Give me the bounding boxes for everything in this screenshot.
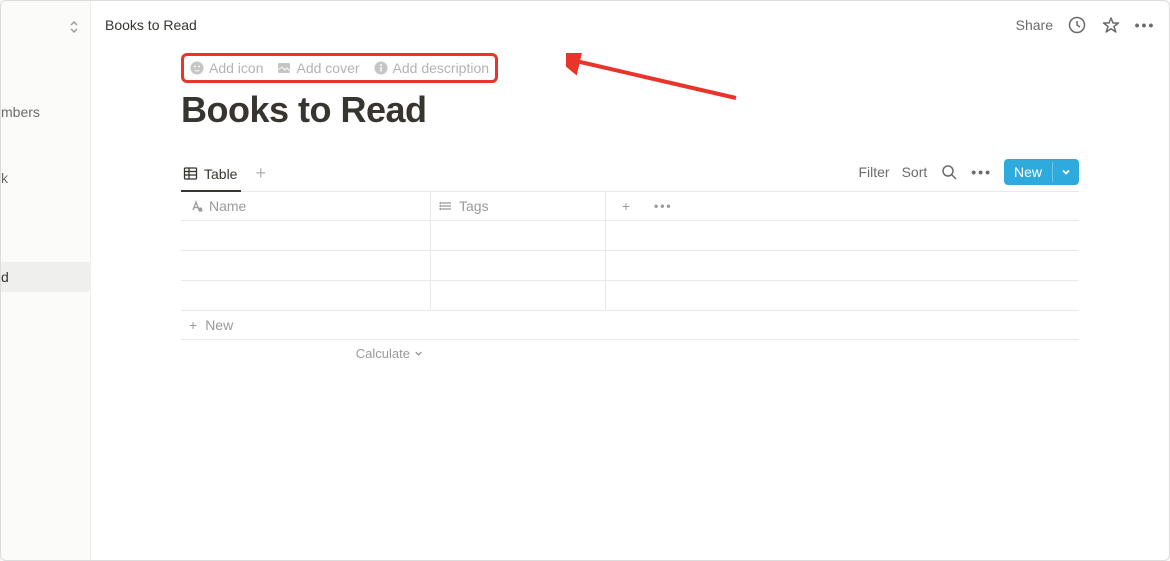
sidebar-item-selected[interactable]: d <box>1 262 90 292</box>
plus-icon: + <box>189 317 197 333</box>
sidebar-item[interactable]: mbers <box>1 97 90 127</box>
table-row[interactable] <box>181 251 1079 281</box>
updates-icon[interactable] <box>1067 15 1087 35</box>
sidebar: mbers k d <box>1 1 91 560</box>
add-view-button[interactable]: + <box>255 163 266 188</box>
view-tab-label: Table <box>204 166 237 182</box>
add-icon-button[interactable]: Add icon <box>190 60 263 76</box>
table-header: a Name Tags + ••• <box>181 192 1079 221</box>
cell-tags[interactable] <box>431 251 606 280</box>
column-more-icon[interactable]: ••• <box>646 192 686 220</box>
cell-name[interactable] <box>181 281 431 310</box>
main-area: Books to Read Share ••• <box>91 1 1169 560</box>
cell-tags[interactable] <box>431 281 606 310</box>
sidebar-item-list: mbers k d <box>1 97 90 306</box>
add-icon-label: Add icon <box>209 60 263 76</box>
view-actions: Filter Sort ••• New <box>858 159 1079 191</box>
search-icon[interactable] <box>939 162 959 182</box>
calculate-row: Calculate <box>181 340 1079 367</box>
table-row[interactable] <box>181 221 1079 251</box>
favorite-star-icon[interactable] <box>1101 15 1121 35</box>
table-row[interactable] <box>181 281 1079 311</box>
table-icon <box>183 166 198 181</box>
page-title[interactable]: Books to Read <box>181 89 1079 131</box>
topbar-actions: Share ••• <box>1016 15 1155 35</box>
page-content: Add icon Add cover Add description Books… <box>91 49 1169 367</box>
new-row-label: New <box>205 317 233 333</box>
view-more-icon[interactable]: ••• <box>971 164 992 180</box>
new-row-button[interactable]: + New <box>181 311 1079 340</box>
emoji-icon <box>190 61 204 75</box>
sidebar-collapse-icon[interactable] <box>66 19 82 35</box>
page-action-row-highlighted: Add icon Add cover Add description <box>181 53 498 83</box>
info-icon <box>374 61 388 75</box>
add-description-label: Add description <box>393 60 490 76</box>
cell-name[interactable] <box>181 221 431 250</box>
text-property-icon: a <box>189 199 203 213</box>
multiselect-property-icon <box>439 199 453 213</box>
view-tabs-row: Table + Filter Sort ••• New <box>181 159 1079 192</box>
image-icon <box>277 61 291 75</box>
breadcrumb[interactable]: Books to Read <box>105 17 197 33</box>
share-button[interactable]: Share <box>1016 17 1053 33</box>
filter-button[interactable]: Filter <box>858 164 889 180</box>
database-table: a Name Tags + ••• <box>181 192 1079 367</box>
column-header-tags-label: Tags <box>459 198 489 214</box>
sidebar-item[interactable]: k <box>1 163 90 193</box>
add-column-button[interactable]: + <box>606 192 646 220</box>
more-options-icon[interactable]: ••• <box>1135 15 1155 35</box>
add-description-button[interactable]: Add description <box>374 60 490 76</box>
cell-tags[interactable] <box>431 221 606 250</box>
add-cover-label: Add cover <box>296 60 359 76</box>
chevron-down-icon[interactable] <box>1052 162 1079 182</box>
topbar: Books to Read Share ••• <box>91 1 1169 49</box>
sidebar-item[interactable] <box>1 141 90 149</box>
calculate-label: Calculate <box>356 346 410 361</box>
new-button-label: New <box>1004 159 1052 185</box>
view-tab-table[interactable]: Table <box>181 160 241 192</box>
column-header-name[interactable]: a Name <box>181 192 431 220</box>
column-header-name-label: Name <box>209 198 246 214</box>
sort-button[interactable]: Sort <box>902 164 928 180</box>
new-button[interactable]: New <box>1004 159 1079 185</box>
chevron-down-icon <box>414 349 423 358</box>
cell-name[interactable] <box>181 251 431 280</box>
column-header-tags[interactable]: Tags <box>431 192 606 220</box>
svg-text:a: a <box>199 207 202 213</box>
add-cover-button[interactable]: Add cover <box>277 60 359 76</box>
calculate-button[interactable]: Calculate <box>181 340 431 367</box>
